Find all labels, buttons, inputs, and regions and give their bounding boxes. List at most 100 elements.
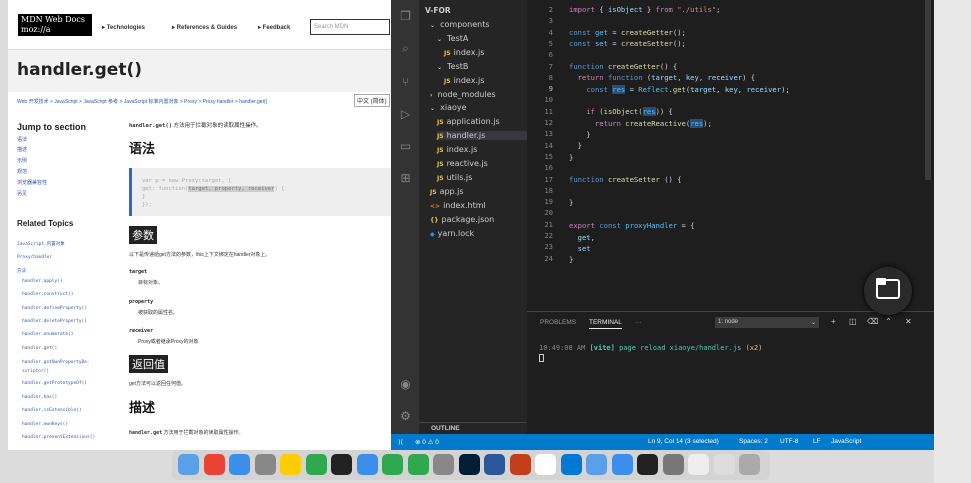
app-icon[interactable] [713,454,735,475]
close-icon[interactable]: ✕ [905,317,912,326]
tree-folder[interactable]: ⌄ xiaoye [430,103,527,112]
problems-count[interactable]: ⊗ 0 ⚠ 0 [415,438,439,446]
breadcrumb[interactable]: Web 开发技术 > JavaScript > JavaScript 参考 > … [17,98,267,105]
app-icon[interactable] [586,454,607,475]
trash-icon[interactable] [739,454,760,475]
terminal-select[interactable]: 1: node ⌄ [715,317,819,328]
tree-label: node_modules [437,89,496,99]
tree-file[interactable]: ◆ yarn.lock [430,229,527,238]
editor-scrollbar[interactable] [925,0,931,180]
account-icon[interactable]: ◉ [399,378,412,391]
tree-file[interactable]: JS utils.js [437,173,527,182]
trash-icon[interactable]: ⌫ [867,317,878,326]
tree-folder[interactable]: ⌄ TestB [437,62,527,71]
tree-file[interactable]: JS app.js [430,187,527,196]
tree-file[interactable]: <> index.html [430,201,527,210]
tree-folder[interactable]: ⌄ components [430,20,527,29]
tab-terminal[interactable]: TERMINAL [589,319,622,329]
related-link[interactable]: JavaScript 内置对象 [17,241,65,247]
related-link[interactable]: handler.preventExtensions() [22,435,95,440]
tree-folder[interactable]: ⌄ TestA [437,34,527,43]
mdn-logo[interactable]: MDN Web Docs moz://a [18,14,92,36]
related-link[interactable]: Proxy/handler [17,255,52,260]
jump-link[interactable]: 描述 [17,146,27,153]
jump-link[interactable]: 规范 [17,168,27,175]
related-link[interactable]: handler.apply() [22,279,63,284]
jump-link[interactable]: 示例 [17,157,27,164]
related-link[interactable]: scriptor() [22,369,49,374]
source-control-icon[interactable]: ⑂ [399,76,412,89]
code-editor[interactable]: 2 3 4 5 6 7 8 9 10 11 12 13 14 15 16 17 18 19 20 21 22 23 24 i… [527,0,934,310]
related-link-current[interactable]: handler.get() [22,346,57,351]
chevron-up-icon[interactable]: ⌃ [885,317,892,326]
h-icon[interactable] [305,454,327,475]
extensions-icon[interactable]: ⊞ [399,172,412,185]
chrome-icon[interactable] [203,454,225,475]
eol[interactable]: LF [813,438,821,445]
line-number: 22 [544,231,553,240]
run-debug-icon[interactable]: ▷ [399,108,412,121]
jump-link[interactable]: 另见 [17,190,27,197]
explorer-root[interactable]: V-FOR [425,6,451,15]
powerpoint-icon[interactable] [509,454,531,475]
language-mode[interactable]: JavaScript [831,438,861,445]
indentation[interactable]: Spaces: 2 [739,438,768,445]
files-icon[interactable]: ❐ [399,10,412,23]
logo-text: MDN Web Docs [21,15,85,24]
picture-in-picture-button[interactable] [864,267,912,315]
jump-link[interactable]: 语法 [17,136,27,143]
tree-file[interactable]: JS index.js [444,76,527,85]
safari-icon[interactable] [229,454,250,475]
related-link[interactable]: handler.getPrototypeOf() [22,381,87,386]
nav-technologies[interactable]: ▸ Technologies [102,24,145,31]
encoding[interactable]: UTF-8 [780,438,798,445]
nav-references[interactable]: ▸ References & Guides [172,24,237,31]
tree-folder[interactable]: › node_modules [430,90,527,99]
wechat-icon[interactable] [382,454,403,475]
related-link[interactable]: handler.isExtensible() [22,408,82,413]
qq-icon[interactable] [331,454,352,475]
search-input[interactable]: Search MDN [310,19,390,35]
tree-file[interactable]: JS application.js [437,117,527,126]
search-icon[interactable]: ⌕ [399,42,412,55]
app-icon[interactable] [433,454,454,475]
vscode-icon[interactable] [560,454,582,475]
related-link[interactable]: handler.ownKeys() [22,422,68,427]
tab-problems[interactable]: PROBLEMS [540,319,576,326]
nav-feedback[interactable]: ▸ Feedback [258,24,290,31]
related-link[interactable]: handler.defineProperty() [22,306,87,311]
related-link[interactable]: handler.construct() [22,292,73,297]
outline-section[interactable]: OUTLINE [419,422,527,434]
app-icon[interactable] [611,454,633,475]
app-icon[interactable] [407,454,429,475]
add-terminal-icon[interactable]: + [831,317,836,326]
cursor-position[interactable]: Ln 9, Col 14 (3 selected) [648,438,719,445]
tree-file[interactable]: JS reactive.js [437,159,527,168]
remote-icon[interactable]: ⟩⟨ [398,438,403,446]
related-link[interactable]: 方法 [17,268,26,274]
tree-file[interactable]: JS index.js [444,48,527,57]
related-link[interactable]: handler.has() [22,395,57,400]
app-icon[interactable] [356,454,378,475]
settings-icon[interactable] [662,454,684,475]
jump-link[interactable]: 浏览器兼容性 [17,179,47,186]
related-link[interactable]: handler.getOwnPropertyDe- [22,360,90,365]
more-tabs-button[interactable]: ··· [635,319,642,326]
calendar-icon[interactable] [535,454,556,475]
app-icon[interactable] [254,454,276,475]
gear-icon[interactable]: ⚙ [399,410,412,423]
remote-explorer-icon[interactable]: ▭ [399,140,412,153]
related-link[interactable]: handler.deleteProperty() [22,319,87,324]
ps-icon[interactable] [458,454,480,475]
tree-file[interactable]: JS index.js [437,145,527,154]
tree-file[interactable]: JS handler.js [437,131,527,141]
related-link[interactable]: handler.enumerate() [22,332,73,337]
app-icon[interactable] [280,454,301,475]
terminal-icon[interactable] [637,454,658,475]
app-icon[interactable] [688,454,709,475]
finder-icon[interactable] [178,454,199,475]
word-icon[interactable] [484,454,505,475]
language-select[interactable]: 中文 (简体) [354,94,390,107]
tree-file[interactable]: {} package.json [430,215,527,224]
split-terminal-icon[interactable]: ◫ [849,317,857,326]
